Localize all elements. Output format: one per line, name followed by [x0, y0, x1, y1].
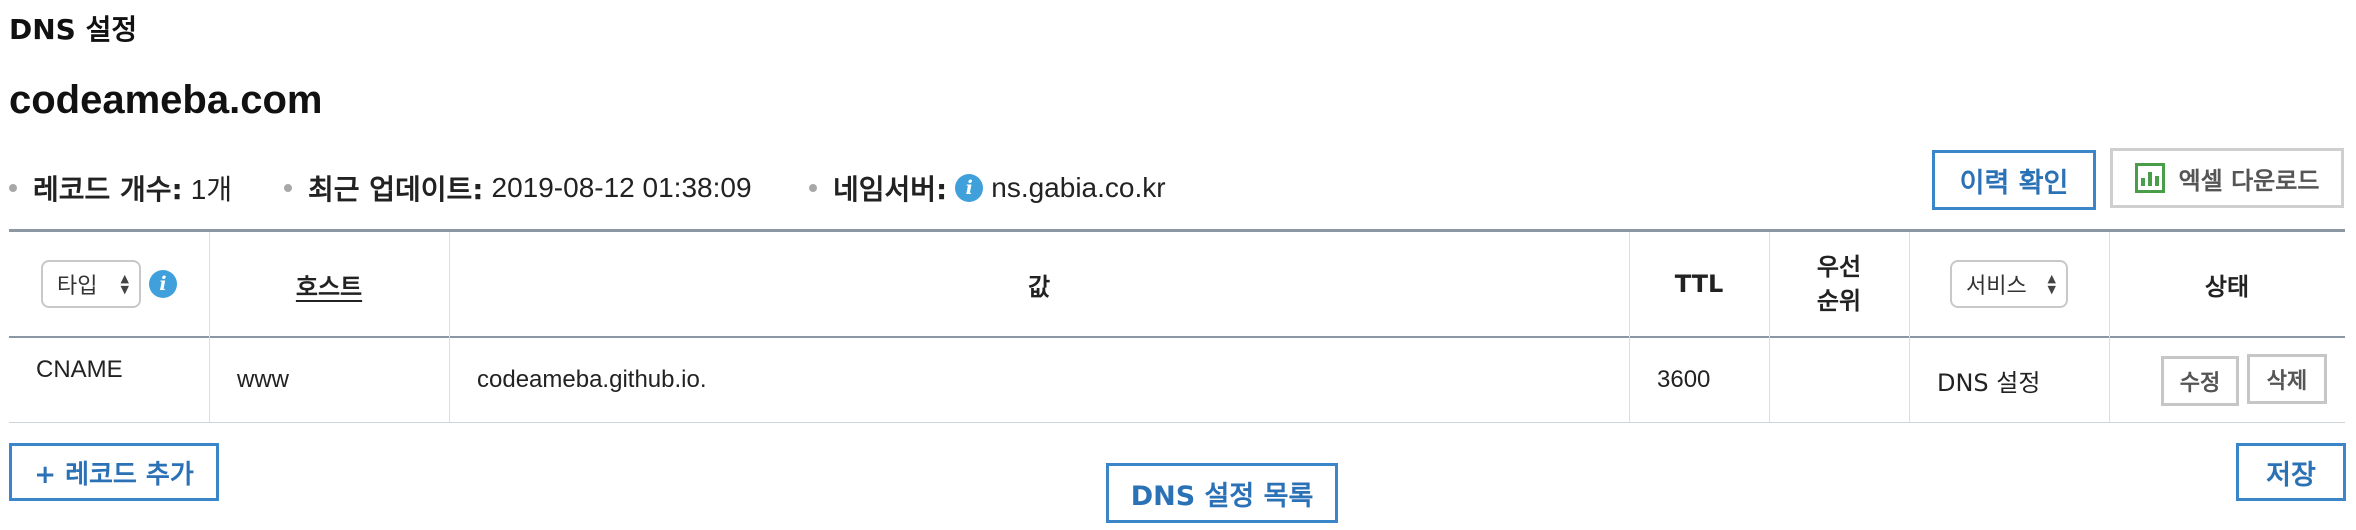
col-service: 서비스 ▲ ▼	[1909, 232, 2109, 336]
table-header-row: 타입 ▲ ▼ i 호스트 값 TTL 우선 순위 서비스 ▲ ▼ 상태	[9, 232, 2345, 336]
service-select-label: 서비스	[1966, 274, 2027, 299]
dns-settings-page: DNS 설정 codeameba.com 레코드 개수: 1개 최근 업데이트:…	[0, 0, 2356, 530]
nameserver-label: 네임서버:	[833, 173, 948, 206]
record-count-value: 1개	[190, 174, 233, 205]
add-record-label: + 레코드 추가	[34, 459, 194, 490]
priority-header: 우선 순위	[1817, 250, 1861, 318]
history-button-label: 이력 확인	[1959, 167, 2069, 199]
last-updated-label: 최근 업데이트:	[308, 173, 484, 206]
section-title: DNS 설정	[9, 13, 138, 46]
column-divider	[2109, 232, 2110, 422]
delete-button-label: 삭제	[2266, 369, 2308, 394]
cell-value: codeameba.github.io.	[477, 366, 707, 393]
cell-type: CNAME	[36, 356, 123, 383]
col-ttl: TTL	[1629, 232, 1769, 336]
priority-header-line2: 순위	[1816, 287, 1862, 315]
edit-button-label: 수정	[2179, 371, 2221, 396]
column-divider	[1769, 232, 1770, 422]
excel-chart-icon	[2134, 163, 2165, 193]
cell-service: DNS 설정	[1937, 368, 2041, 397]
bullet-icon	[809, 184, 817, 192]
ttl-header: TTL	[1674, 270, 1724, 298]
bullet-icon	[9, 184, 17, 192]
record-count-label: 레코드 개수:	[33, 173, 183, 206]
excel-download-label: 엑셀 다운로드	[2178, 166, 2320, 195]
col-priority: 우선 순위	[1769, 232, 1909, 336]
info-icon[interactable]: i	[955, 174, 984, 202]
nameserver-value: ns.gabia.co.kr	[991, 172, 1166, 203]
edit-button[interactable]: 수정	[2161, 356, 2239, 406]
col-value: 값	[449, 232, 1629, 336]
add-record-button[interactable]: + 레코드 추가	[9, 443, 219, 501]
save-label: 저장	[2266, 459, 2316, 491]
delete-button[interactable]: 삭제	[2247, 354, 2327, 404]
host-header[interactable]: 호스트	[296, 267, 362, 302]
type-select-label: 타입	[57, 274, 98, 299]
service-select[interactable]: 서비스 ▲ ▼	[1950, 260, 2068, 308]
record-count: 레코드 개수: 1개	[9, 168, 232, 208]
dns-list-label: DNS 설정 목록	[1130, 480, 1314, 512]
table-bottom-rule	[9, 422, 2345, 423]
column-divider	[209, 232, 210, 422]
domain-title: codeameba.com	[9, 78, 323, 122]
column-divider	[1629, 232, 1630, 422]
cell-ttl: 3600	[1657, 366, 1711, 393]
cell-host: www	[237, 366, 289, 393]
value-header: 값	[1027, 272, 1051, 301]
column-divider	[1909, 232, 1910, 422]
save-button[interactable]: 저장	[2236, 443, 2346, 501]
nameserver: 네임서버: i ns.gabia.co.kr	[809, 168, 1166, 208]
last-updated: 최근 업데이트: 2019-08-12 01:38:09	[284, 168, 752, 208]
cell-status-actions: 수정 삭제	[2109, 338, 2345, 422]
history-button[interactable]: 이력 확인	[1932, 150, 2096, 210]
type-select[interactable]: 타입 ▲ ▼	[41, 260, 141, 308]
cell-priority	[1769, 338, 1909, 422]
sort-arrows-icon: ▲ ▼	[120, 272, 129, 296]
status-header: 상태	[2204, 272, 2250, 301]
col-type: 타입 ▲ ▼ i	[9, 232, 209, 336]
sort-arrows-icon: ▲ ▼	[2047, 272, 2056, 296]
bullet-icon	[284, 184, 292, 192]
column-divider	[449, 232, 450, 422]
last-updated-value: 2019-08-12 01:38:09	[491, 172, 752, 203]
dns-list-button[interactable]: DNS 설정 목록	[1106, 463, 1338, 523]
info-icon[interactable]: i	[149, 270, 177, 298]
priority-header-line1: 우선	[1816, 253, 1862, 281]
col-status: 상태	[2109, 232, 2345, 336]
col-host: 호스트	[209, 232, 449, 336]
table-row: CNAME www codeameba.github.io. 3600 DNS …	[9, 338, 2345, 422]
excel-download-button[interactable]: 엑셀 다운로드	[2110, 148, 2344, 208]
